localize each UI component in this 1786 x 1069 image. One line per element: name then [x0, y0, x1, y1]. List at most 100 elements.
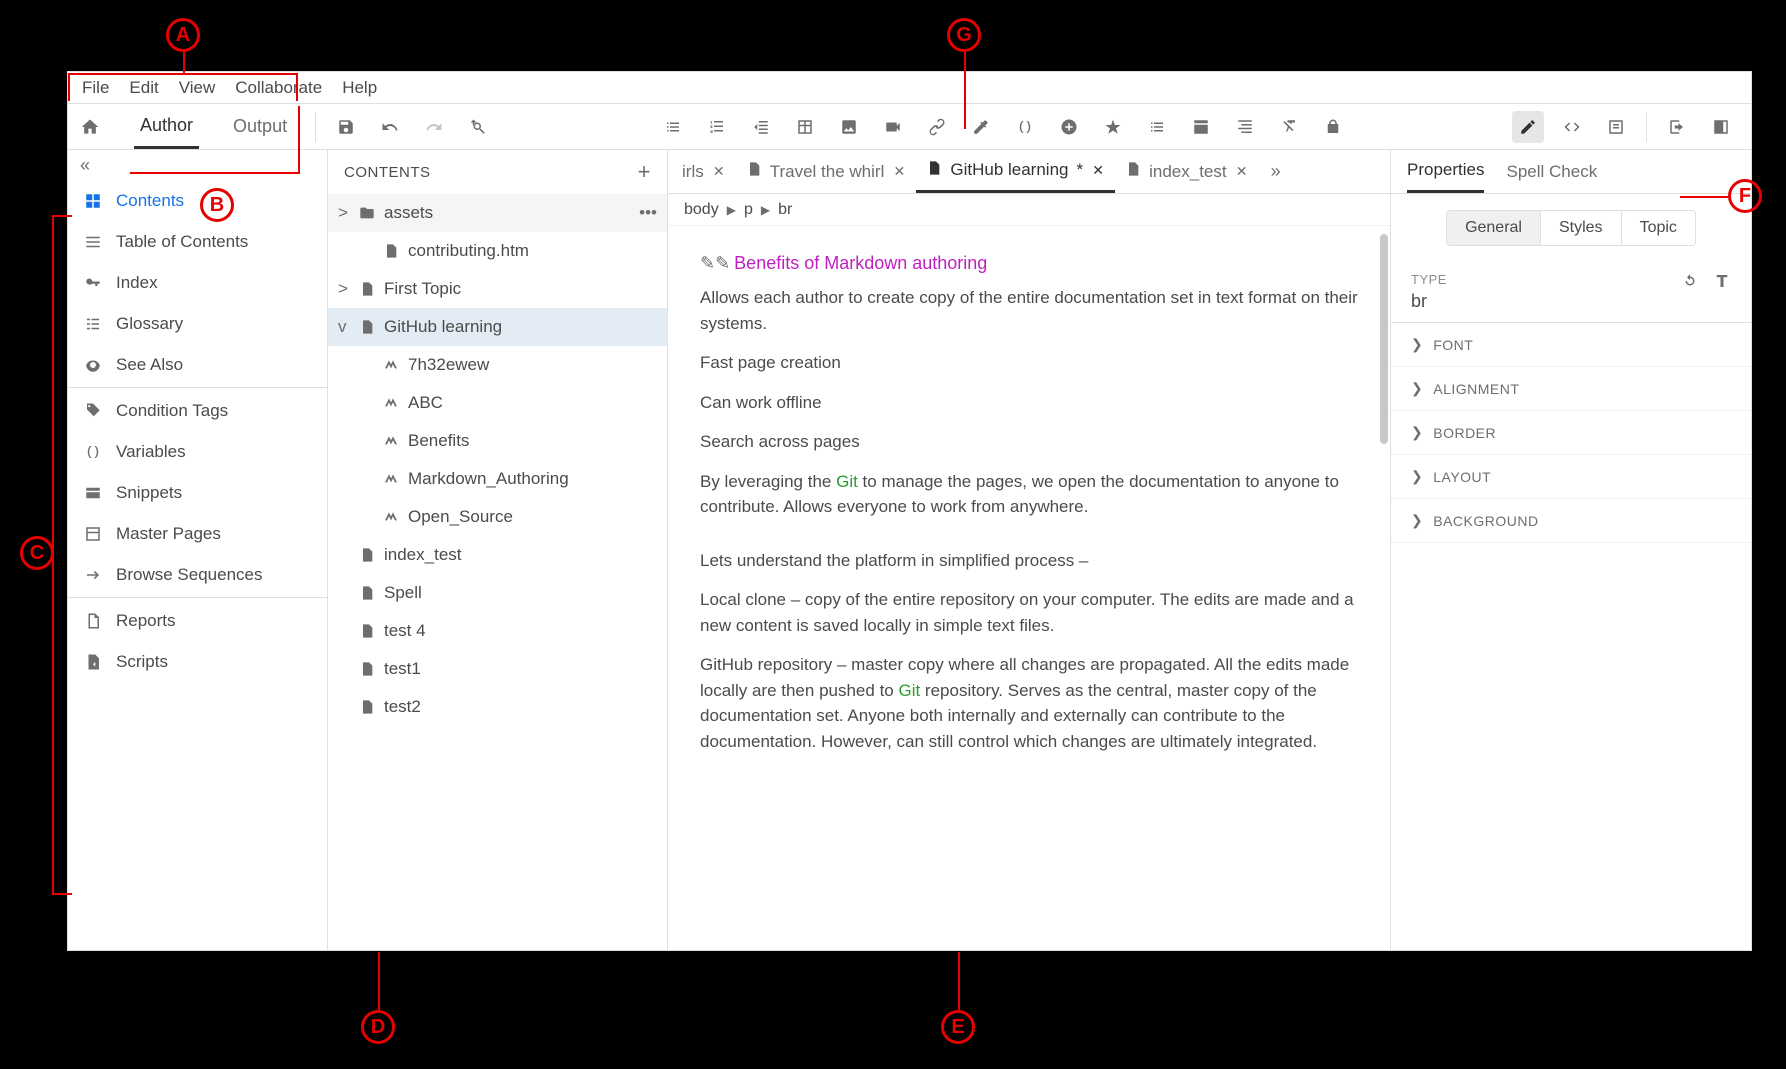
accordion-row[interactable]: ❯ALIGNMENT: [1391, 367, 1751, 411]
sidebar-item-glossary[interactable]: Glossary: [68, 303, 327, 344]
home-icon[interactable]: [76, 113, 104, 141]
right-sidebar: Properties Spell Check General Styles To…: [1391, 150, 1751, 950]
tabs-overflow-icon[interactable]: »: [1259, 161, 1293, 182]
sidebar-item-label: Variables: [116, 442, 186, 462]
sidebar-item-reports[interactable]: Reports: [68, 600, 327, 641]
tree-item[interactable]: test2: [328, 688, 667, 726]
tree-item[interactable]: >assets•••: [328, 194, 667, 232]
image-icon[interactable]: [833, 111, 865, 143]
tree-item[interactable]: Spell: [328, 574, 667, 612]
add-content-icon[interactable]: +: [638, 159, 651, 185]
tree-item[interactable]: contributing.htm: [328, 232, 667, 270]
editor-canvas[interactable]: ✎✎Benefits of Markdown authoring Allows …: [668, 226, 1390, 950]
sidebar-item-index[interactable]: Index: [68, 262, 327, 303]
tree-item[interactable]: ABC: [328, 384, 667, 422]
sidebar-item-toc[interactable]: Table of Contents: [68, 221, 327, 262]
table-icon[interactable]: [789, 111, 821, 143]
sidebar-item-snippets[interactable]: Snippets: [68, 472, 327, 513]
chevron-icon[interactable]: >: [338, 279, 356, 299]
close-icon[interactable]: ✕: [1235, 165, 1249, 179]
undo-icon[interactable]: [374, 111, 406, 143]
document-tab-active[interactable]: GitHub learning*✕: [916, 150, 1115, 193]
contents-title: CONTENTS: [344, 164, 431, 181]
tree-item[interactable]: Benefits: [328, 422, 667, 460]
segment-general[interactable]: General: [1446, 210, 1541, 246]
breadcrumb-item[interactable]: body: [684, 201, 719, 219]
link-text[interactable]: Git: [836, 472, 858, 491]
sidebar-item-master-pages[interactable]: Master Pages: [68, 513, 327, 554]
accordion-row[interactable]: ❯FONT: [1391, 323, 1751, 367]
video-icon[interactable]: [877, 111, 909, 143]
type-edit-icon[interactable]: [1713, 272, 1731, 295]
annotation-line: [1680, 196, 1728, 198]
preview-icon[interactable]: [1600, 111, 1632, 143]
export-icon[interactable]: [1661, 111, 1693, 143]
contents-tree: >assets•••contributing.htm>First TopicvG…: [328, 194, 667, 950]
section-icon[interactable]: [1185, 111, 1217, 143]
breadcrumb-item[interactable]: p: [744, 201, 753, 219]
edit-mode-icon[interactable]: [1512, 111, 1544, 143]
scrollbar-thumb[interactable]: [1380, 234, 1388, 444]
redo-icon[interactable]: [418, 111, 450, 143]
lock-icon[interactable]: [1317, 111, 1349, 143]
file-icon: [356, 547, 378, 563]
tree-item-label: test 4: [384, 621, 426, 641]
accordion-row[interactable]: ❯BACKGROUND: [1391, 499, 1751, 543]
close-icon[interactable]: ✕: [712, 165, 726, 179]
chevron-icon[interactable]: v: [338, 317, 356, 337]
annotation-bracket-b: [130, 106, 300, 174]
chevron-right-icon: ▶: [761, 203, 770, 217]
sidebar-item-condition-tags[interactable]: Condition Tags: [68, 390, 327, 431]
link-text[interactable]: Git: [898, 681, 920, 700]
snippet-icon[interactable]: [1097, 111, 1129, 143]
outdent-icon[interactable]: [745, 111, 777, 143]
accordion-row[interactable]: ❯BORDER: [1391, 411, 1751, 455]
breadcrumb-item[interactable]: br: [778, 201, 792, 219]
save-icon[interactable]: [330, 111, 362, 143]
tree-item[interactable]: vGitHub learning: [328, 308, 667, 346]
tree-item[interactable]: Open_Source: [328, 498, 667, 536]
tree-item[interactable]: test1: [328, 650, 667, 688]
sidebar-item-scripts[interactable]: Scripts: [68, 641, 327, 682]
segment-styles[interactable]: Styles: [1541, 210, 1622, 246]
tree-item[interactable]: Markdown_Authoring: [328, 460, 667, 498]
menu-help[interactable]: Help: [332, 72, 387, 104]
document-tab[interactable]: index_test✕: [1115, 150, 1259, 193]
source-mode-icon[interactable]: [1556, 111, 1588, 143]
document-tab[interactable]: Travel the whirl ✕: [736, 150, 917, 193]
dropper-icon[interactable]: [965, 111, 997, 143]
file-icon: [356, 699, 378, 715]
file-icon: [1125, 161, 1141, 182]
close-icon[interactable]: ✕: [892, 165, 906, 179]
document-tab[interactable]: irls✕: [672, 150, 736, 193]
keyboard-icon[interactable]: [1141, 111, 1173, 143]
more-icon[interactable]: •••: [639, 203, 657, 223]
segment-topic[interactable]: Topic: [1622, 210, 1696, 246]
sidebar-item-contents[interactable]: Contents: [68, 180, 327, 221]
accordion-row[interactable]: ❯LAYOUT: [1391, 455, 1751, 499]
panel-toggle-icon[interactable]: [1705, 111, 1737, 143]
md-icon: [380, 509, 402, 525]
bullet-list-icon[interactable]: [657, 111, 689, 143]
find-replace-icon[interactable]: [462, 111, 494, 143]
sidebar-item-browse-sequences[interactable]: Browse Sequences: [68, 554, 327, 595]
clear-format-icon[interactable]: [1273, 111, 1305, 143]
numbered-list-icon[interactable]: [701, 111, 733, 143]
sidebar-item-seealso[interactable]: See Also: [68, 344, 327, 385]
tab-properties[interactable]: Properties: [1407, 150, 1484, 193]
add-icon[interactable]: [1053, 111, 1085, 143]
tree-item[interactable]: test 4: [328, 612, 667, 650]
tab-label: Travel the whirl: [770, 162, 885, 182]
tree-item[interactable]: index_test: [328, 536, 667, 574]
sidebar-item-variables[interactable]: Variables: [68, 431, 327, 472]
tree-item[interactable]: >First Topic: [328, 270, 667, 308]
refresh-icon[interactable]: [1681, 272, 1699, 295]
align-icon[interactable]: [1229, 111, 1261, 143]
tree-item[interactable]: 7h32ewew: [328, 346, 667, 384]
tab-spell-check[interactable]: Spell Check: [1506, 152, 1597, 192]
link-icon[interactable]: [921, 111, 953, 143]
variables-icon[interactable]: [1009, 111, 1041, 143]
md-icon: [380, 395, 402, 411]
chevron-icon[interactable]: >: [338, 203, 356, 223]
close-icon[interactable]: ✕: [1091, 163, 1105, 177]
